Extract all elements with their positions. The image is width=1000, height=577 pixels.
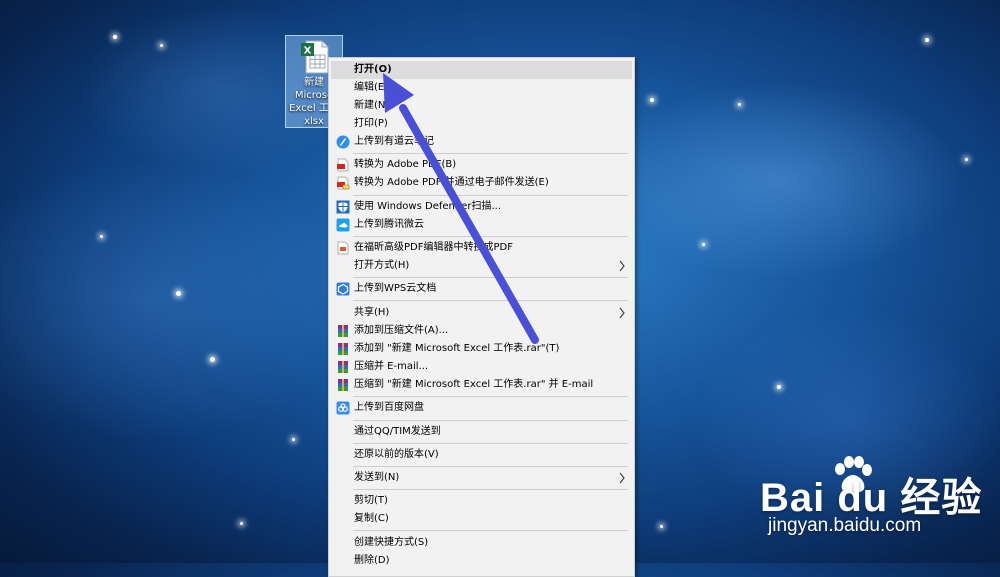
menu-item-label: 上传到有道云笔记 <box>354 136 434 147</box>
menu-separator <box>353 420 628 421</box>
chevron-right-icon <box>619 472 625 484</box>
menu-item-foxit-convert[interactable]: 在福昕高级PDF编辑器中转换成PDF <box>331 239 632 257</box>
menu-item-label: 压缩并 E-mail... <box>354 361 429 372</box>
menu-separator <box>353 443 628 444</box>
menu-item-label: 删除(D) <box>354 555 390 566</box>
menu-item-label: 还原以前的版本(V) <box>354 449 439 460</box>
star <box>925 38 929 42</box>
star <box>113 35 117 39</box>
watermark-url: jingyan.baidu.com <box>768 515 922 536</box>
star <box>965 158 968 161</box>
menu-item-label: 新建(N) <box>354 100 390 111</box>
menu-item-cut[interactable]: 剪切(T) <box>331 492 632 510</box>
excel-file-icon: X <box>301 40 329 74</box>
menu-item-label: 剪切(T) <box>354 495 388 506</box>
star <box>777 385 781 389</box>
menu-item-label: 发送到(N) <box>354 472 400 483</box>
menu-item-label: 上传到腾讯微云 <box>354 219 424 230</box>
menu-item-baidu-netdisk[interactable]: 上传到百度网盘 <box>331 399 632 417</box>
youdao-note-icon <box>336 135 350 149</box>
context-menu: 打开(O) 编辑(E) 新建(N) 打印(P) 上传到有道云笔记 转换为 Ado… <box>328 57 635 577</box>
star <box>176 291 181 296</box>
menu-item-label: 打印(P) <box>354 118 388 129</box>
menu-item-send-to[interactable]: 发送到(N) <box>331 469 632 487</box>
foxit-pdf-icon <box>337 241 349 255</box>
star <box>240 522 243 525</box>
star <box>660 525 663 528</box>
menu-separator <box>353 396 628 397</box>
chevron-right-icon <box>619 307 625 319</box>
star <box>292 438 295 441</box>
winrar-icon <box>338 379 348 391</box>
winrar-icon <box>338 325 348 337</box>
menu-item-restore-previous[interactable]: 还原以前的版本(V) <box>331 446 632 464</box>
menu-item-youdao-note[interactable]: 上传到有道云笔记 <box>331 133 632 151</box>
menu-item-label: 共享(H) <box>354 307 390 318</box>
menu-item-print[interactable]: 打印(P) <box>331 115 632 133</box>
menu-separator <box>353 489 628 490</box>
menu-item-compress-email[interactable]: 压缩并 E-mail... <box>331 358 632 376</box>
menu-item-send-via-qq[interactable]: 通过QQ/TIM发送到 <box>331 423 632 441</box>
menu-separator <box>353 236 628 237</box>
menu-item-open[interactable]: 打开(O) <box>331 61 632 79</box>
star <box>738 103 741 106</box>
menu-item-add-to-rar[interactable]: 添加到 "新建 Microsoft Excel 工作表.rar"(T) <box>331 340 632 358</box>
menu-separator <box>353 300 628 301</box>
winrar-icon <box>338 361 348 373</box>
menu-item-wps-cloud[interactable]: 上传到WPS云文档 <box>331 280 632 298</box>
star <box>702 243 705 246</box>
menu-item-delete[interactable]: 删除(D) <box>331 552 632 570</box>
chevron-right-icon <box>619 260 625 272</box>
wps-cloud-icon <box>336 282 350 296</box>
menu-separator <box>353 153 628 154</box>
menu-separator <box>353 277 628 278</box>
winrar-icon <box>338 343 348 355</box>
menu-item-add-to-archive[interactable]: 添加到压缩文件(A)... <box>331 322 632 340</box>
menu-item-label: 添加到压缩文件(A)... <box>354 325 449 336</box>
baidu-jingyan-watermark: Bai du 经验 jingyan.baidu.com <box>760 455 990 545</box>
star <box>210 357 215 362</box>
menu-separator <box>353 530 628 531</box>
menu-separator <box>353 466 628 467</box>
menu-item-convert-adobe-pdf[interactable]: 转换为 Adobe PDF(B) <box>331 156 632 174</box>
windows-defender-icon <box>336 200 350 214</box>
menu-item-label: 在福昕高级PDF编辑器中转换成PDF <box>354 242 513 253</box>
star <box>650 98 654 102</box>
menu-item-create-shortcut[interactable]: 创建快捷方式(S) <box>331 534 632 552</box>
weiyun-icon <box>336 218 350 232</box>
menu-item-new[interactable]: 新建(N) <box>331 97 632 115</box>
menu-item-windows-defender[interactable]: 使用 Windows Defender扫描... <box>331 198 632 216</box>
menu-item-weiyun[interactable]: 上传到腾讯微云 <box>331 216 632 234</box>
menu-item-label: 转换为 Adobe PDF 并通过电子邮件发送(E) <box>354 177 549 188</box>
adobe-pdf-mail-icon <box>337 176 350 190</box>
baidu-netdisk-icon <box>336 401 350 415</box>
menu-item-label: 通过QQ/TIM发送到 <box>354 426 441 437</box>
svg-text:X: X <box>304 46 312 57</box>
menu-item-copy[interactable]: 复制(C) <box>331 510 632 528</box>
menu-item-label: 打开方式(H) <box>354 260 410 271</box>
menu-item-compress-rar-email[interactable]: 压缩到 "新建 Microsoft Excel 工作表.rar" 并 E-mai… <box>331 376 632 394</box>
menu-item-label: 复制(C) <box>354 513 389 524</box>
menu-item-label: 编辑(E) <box>354 82 389 93</box>
menu-item-label: 打开(O) <box>354 64 392 75</box>
menu-separator <box>353 195 628 196</box>
menu-item-convert-adobe-pdf-email[interactable]: 转换为 Adobe PDF 并通过电子邮件发送(E) <box>331 174 632 192</box>
adobe-pdf-icon <box>337 158 349 172</box>
menu-item-label: 上传到WPS云文档 <box>354 283 437 294</box>
star <box>100 235 103 238</box>
menu-item-edit[interactable]: 编辑(E) <box>331 79 632 97</box>
star <box>160 44 163 47</box>
menu-item-label: 创建快捷方式(S) <box>354 537 429 548</box>
menu-item-open-with[interactable]: 打开方式(H) <box>331 257 632 275</box>
menu-item-label: 转换为 Adobe PDF(B) <box>354 159 457 170</box>
menu-item-label: 上传到百度网盘 <box>354 402 424 413</box>
menu-item-label: 压缩到 "新建 Microsoft Excel 工作表.rar" 并 E-mai… <box>354 379 594 390</box>
menu-item-share[interactable]: 共享(H) <box>331 304 632 322</box>
menu-item-label: 添加到 "新建 Microsoft Excel 工作表.rar"(T) <box>354 343 560 354</box>
menu-item-label: 使用 Windows Defender扫描... <box>354 201 502 212</box>
